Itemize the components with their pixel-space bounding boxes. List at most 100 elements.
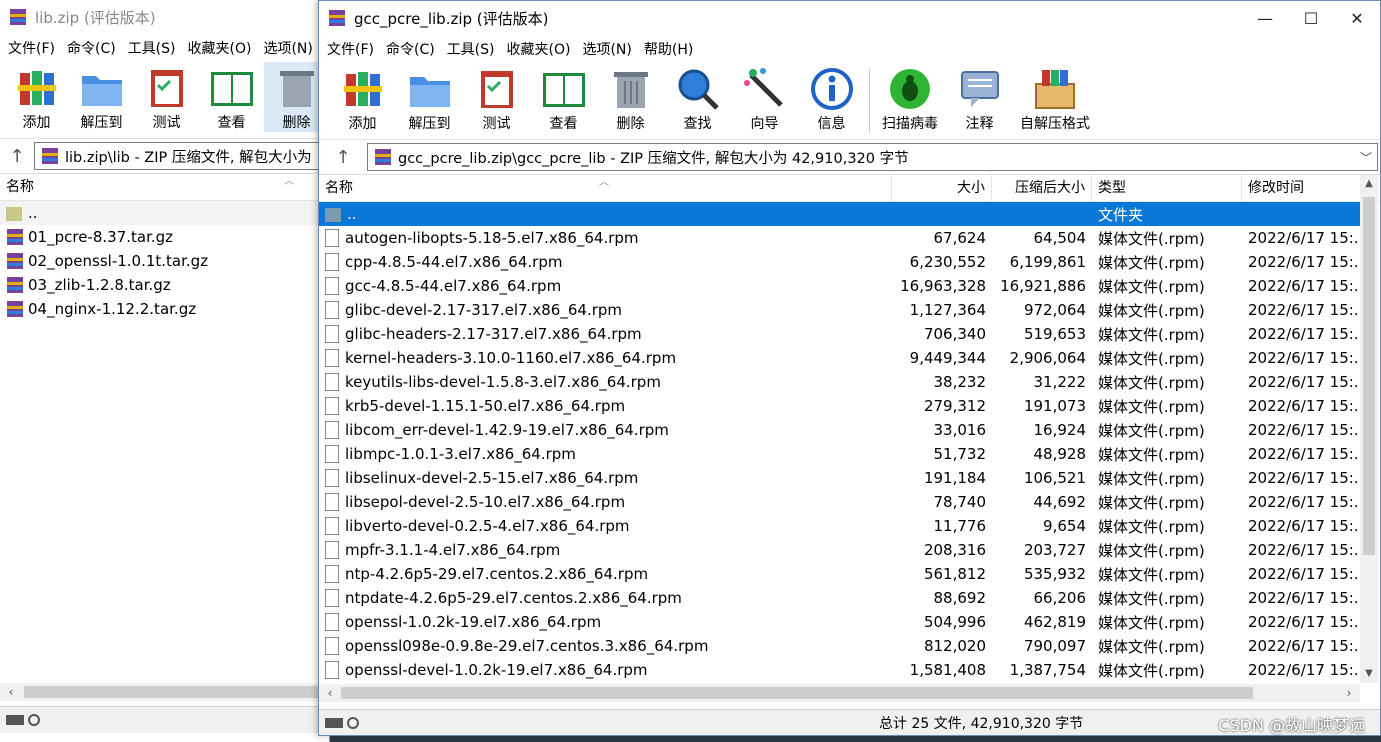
test-clipboard-icon	[474, 67, 520, 111]
back-up-arrow-icon[interactable]: ↑	[0, 146, 34, 167]
back-menu-options[interactable]: 选项(N)	[257, 38, 318, 58]
menu-help[interactable]: 帮助(H)	[638, 39, 699, 59]
minimize-button[interactable]: —	[1242, 1, 1288, 35]
scroll-left-icon[interactable]: ‹	[321, 684, 339, 702]
file-list: .. 文件夹 autogen-libopts-5.18-5.el7.x86_64…	[319, 202, 1360, 682]
file-name: ntpdate-4.2.6p5-29.el7.centos.2.x86_64.r…	[319, 589, 892, 608]
back-address-bar[interactable]: lib.zip\lib - ZIP 压缩文件, 解包大小为	[34, 142, 327, 170]
scan-virus-button[interactable]: 扫描病毒	[874, 63, 946, 133]
chevron-down-icon[interactable]: ﹀	[1355, 149, 1377, 166]
menu-commands[interactable]: 命令(C)	[380, 39, 441, 59]
file-name: ntp-4.2.6p5-29.el7.centos.2.x86_64.rpm	[319, 565, 892, 584]
file-row[interactable]: keyutils-libs-devel-1.5.8-3.el7.x86_64.r…	[319, 370, 1360, 394]
vertical-scroll-thumb[interactable]	[1363, 197, 1375, 555]
back-menu-file[interactable]: 文件(F)	[2, 38, 61, 58]
file-row[interactable]: autogen-libopts-5.18-5.el7.x86_64.rpm 67,…	[319, 226, 1360, 250]
file-size: 191,184	[923, 469, 986, 487]
column-packed-size[interactable]: 压缩后大小	[992, 175, 1092, 201]
archive-icon	[375, 149, 391, 165]
menu-favorites[interactable]: 收藏夹(O)	[501, 39, 577, 59]
back-column-name[interactable]: 名称	[0, 174, 329, 200]
back-file-row[interactable]: 02_openssl-1.0.1t.tar.gz	[0, 249, 329, 273]
file-row[interactable]: mpfr-3.1.1-4.el7.x86_64.rpm 208,316 203,72…	[319, 538, 1360, 562]
file-size: 9,449,344	[909, 349, 986, 367]
back-menu-commands[interactable]: 命令(C)	[61, 38, 122, 58]
address-bar[interactable]: gcc_pcre_lib.zip\gcc_pcre_lib - ZIP 压缩文件…	[367, 143, 1378, 171]
back-test-button[interactable]: 测试	[134, 62, 199, 132]
back-file-list: .. 01_pcre-8.37.tar.gz 02_openssl-1.0.1t…	[0, 201, 329, 321]
file-type: 媒体文件(.rpm)	[1098, 397, 1205, 416]
file-row[interactable]: libverto-devel-0.2.5-4.el7.x86_64.rpm 11,…	[319, 514, 1360, 538]
file-row[interactable]: libsepol-devel-2.5-10.el7.x86_64.rpm 78,7…	[319, 490, 1360, 514]
file-row[interactable]: ntp-4.2.6p5-29.el7.centos.2.x86_64.rpm 56…	[319, 562, 1360, 586]
file-row[interactable]: kernel-headers-3.10.0-1160.el7.x86_64.rp…	[319, 346, 1360, 370]
file-row[interactable]: libselinux-devel-2.5-15.el7.x86_64.rpm 19…	[319, 466, 1360, 490]
file-modified: 2022/6/17 15:...	[1248, 565, 1360, 583]
comment-button[interactable]: 注释	[946, 63, 1013, 133]
file-type: 媒体文件(.rpm)	[1098, 517, 1205, 536]
scroll-left-icon[interactable]: ‹	[2, 683, 20, 701]
back-file-row[interactable]: 04_nginx-1.12.2.tar.gz	[0, 297, 329, 321]
add-archive-icon	[340, 67, 386, 111]
file-packed-size: 16,924	[1033, 421, 1087, 439]
file-row[interactable]: cpp-4.8.5-44.el7.x86_64.rpm 6,230,552 6,19…	[319, 250, 1360, 274]
file-row[interactable]: krb5-devel-1.15.1-50.el7.x86_64.rpm 279,3…	[319, 394, 1360, 418]
vertical-scrollbar[interactable]: ▲ ▼	[1360, 175, 1378, 683]
back-file-row[interactable]: 03_zlib-1.2.8.tar.gz	[0, 273, 329, 297]
add-button[interactable]: 添加	[329, 63, 396, 133]
file-name: gcc-4.8.5-44.el7.x86_64.rpm	[319, 277, 892, 296]
delete-button[interactable]: 删除	[597, 63, 664, 133]
scroll-up-icon[interactable]: ▲	[1360, 175, 1378, 193]
file-icon	[325, 541, 339, 560]
parent-folder-row[interactable]: .. 文件夹	[319, 202, 1360, 226]
back-file-row[interactable]: 01_pcre-8.37.tar.gz	[0, 225, 329, 249]
extract-to-button[interactable]: 解压到	[396, 63, 463, 133]
column-size[interactable]: 大小	[892, 175, 992, 201]
file-packed-size: 972,064	[1023, 301, 1086, 319]
menu-file[interactable]: 文件(F)	[321, 39, 380, 59]
scroll-right-icon[interactable]: ›	[1340, 684, 1358, 702]
file-row[interactable]: libcom_err-devel-1.42.9-19.el7.x86_64.rp…	[319, 418, 1360, 442]
back-view-button[interactable]: 查看	[199, 62, 264, 132]
wizard-button[interactable]: 向导	[731, 63, 798, 133]
column-type[interactable]: 类型	[1092, 175, 1242, 201]
back-horizontal-scrollbar[interactable]: ‹	[0, 683, 329, 701]
delete-trash-icon	[608, 67, 654, 111]
watermark: CSDN @故山映梦远	[1218, 716, 1365, 735]
file-icon	[325, 397, 339, 416]
file-row[interactable]: gcc-4.8.5-44.el7.x86_64.rpm 16,963,328 16,…	[319, 274, 1360, 298]
back-file-row[interactable]: ..	[0, 201, 329, 225]
view-book-icon	[541, 67, 587, 111]
back-scroll-thumb[interactable]	[24, 686, 324, 698]
file-packed-size: 66,206	[1033, 589, 1087, 607]
column-modified[interactable]: 修改时间	[1242, 175, 1362, 201]
file-packed-size: 106,521	[1023, 469, 1086, 487]
file-row[interactable]: openssl098e-0.9.8e-29.el7.centos.3.x86_6…	[319, 634, 1360, 658]
file-size: 208,316	[923, 541, 986, 559]
file-row[interactable]: glibc-devel-2.17-317.el7.x86_64.rpm 1,127…	[319, 298, 1360, 322]
horizontal-scroll-thumb[interactable]	[341, 687, 1253, 699]
file-packed-size: 1,387,754	[1009, 661, 1086, 679]
file-row[interactable]: openssl-devel-1.0.2k-19.el7.x86_64.rpm 1,…	[319, 658, 1360, 682]
back-add-button[interactable]: 添加	[4, 62, 69, 132]
file-modified: 2022/6/17 15:...	[1248, 277, 1360, 295]
up-arrow-icon[interactable]: ↑	[319, 147, 367, 168]
menu-options[interactable]: 选项(N)	[576, 39, 637, 59]
back-menu-favorites[interactable]: 收藏夹(O)	[182, 38, 258, 58]
close-button[interactable]: ✕	[1334, 1, 1380, 35]
file-row[interactable]: openssl-1.0.2k-19.el7.x86_64.rpm 504,996 4…	[319, 610, 1360, 634]
maximize-button[interactable]: ☐	[1288, 1, 1334, 35]
back-menu-tools[interactable]: 工具(S)	[122, 38, 182, 58]
menu-tools[interactable]: 工具(S)	[441, 39, 501, 59]
info-button[interactable]: 信息	[798, 63, 865, 133]
file-row[interactable]: glibc-headers-2.17-317.el7.x86_64.rpm 706…	[319, 322, 1360, 346]
file-row[interactable]: ntpdate-4.2.6p5-29.el7.centos.2.x86_64.r…	[319, 586, 1360, 610]
file-row[interactable]: libmpc-1.0.1-3.el7.x86_64.rpm 51,732 48,92…	[319, 442, 1360, 466]
horizontal-scrollbar[interactable]: ‹ ›	[319, 684, 1360, 702]
back-extract-button[interactable]: 解压到	[69, 62, 134, 132]
sfx-button[interactable]: 自解压格式	[1013, 63, 1097, 133]
test-button[interactable]: 测试	[463, 63, 530, 133]
find-button[interactable]: 查找	[664, 63, 731, 133]
view-button[interactable]: 查看	[530, 63, 597, 133]
scroll-down-icon[interactable]: ▼	[1360, 665, 1378, 683]
